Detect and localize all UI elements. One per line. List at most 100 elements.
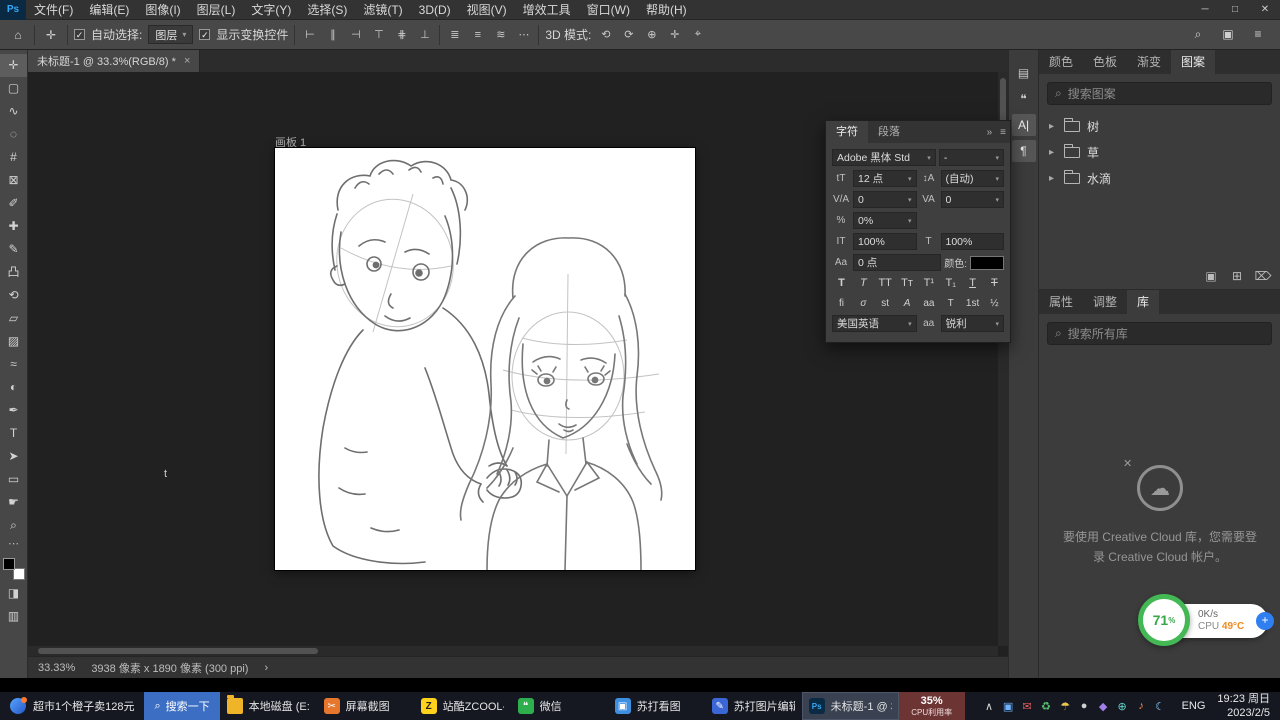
antialias-dropdown[interactable]: 锐利 ▾ [940, 315, 1004, 332]
tab-adjustments[interactable]: 调整 [1083, 290, 1127, 314]
vertical-scale-field[interactable]: 100% [853, 233, 917, 250]
align-left-icon[interactable]: ⊢ [301, 28, 318, 41]
contextual-alternates-button[interactable]: σ [854, 295, 873, 312]
mode3d-icon-4[interactable]: ✛ [666, 28, 683, 41]
search-icon[interactable]: ⌕ [1188, 27, 1208, 42]
maximize-icon[interactable]: □ [1220, 0, 1250, 20]
align-bottom-icon[interactable]: ⊥ [416, 28, 433, 41]
patterns-search-input[interactable]: ⌕ 搜索图案 [1047, 82, 1272, 105]
memory-percent-ball[interactable]: 71% [1138, 594, 1190, 646]
rectangle-tool[interactable]: ▭ [0, 468, 27, 491]
menu-layer[interactable]: 图层(L) [189, 0, 244, 20]
menu-filter[interactable]: 滤镜(T) [355, 0, 410, 20]
font-family-dropdown[interactable]: Adobe 黑体 Std ▾ [832, 149, 936, 166]
menu-view[interactable]: 视图(V) [459, 0, 515, 20]
tray-icon[interactable]: ☂ [1056, 700, 1075, 713]
cpu-usage-widget[interactable]: 35% CPU利用率 [898, 692, 965, 720]
tray-icon[interactable]: ♪ [1132, 700, 1151, 712]
text-color-swatch[interactable] [970, 255, 1004, 270]
tray-chevron-icon[interactable]: ∧ [980, 700, 999, 713]
libraries-search-input[interactable]: ⌕ 搜索所有库 [1047, 322, 1272, 345]
pattern-group-waterdrop[interactable]: ▸ 水滴 [1039, 165, 1280, 191]
distribute-icon[interactable]: ≣ [446, 28, 463, 41]
align-center-h-icon[interactable]: ∥ [324, 28, 341, 41]
swash-button[interactable]: A [898, 295, 917, 312]
tsume-dropdown[interactable]: 0% ▾ [853, 212, 917, 229]
lasso-tool[interactable]: ∿ [0, 100, 27, 123]
add-icon[interactable]: + [1256, 612, 1274, 630]
taskbar-app-photoshop[interactable]: Ps 未标题-1 @ 3... [801, 692, 899, 720]
quick-selection-tool[interactable]: ◌ [0, 123, 27, 146]
more-options-icon[interactable]: ⋯ [515, 28, 532, 41]
baseline-shift-field[interactable]: 0 点 [853, 254, 942, 271]
taskbar-app-soda-editor[interactable]: ✎ 苏打图片编辑 [705, 692, 802, 720]
chevron-right-icon[interactable]: ▸ [1049, 173, 1057, 184]
paragraph-panel-icon[interactable]: ¶ [1011, 140, 1036, 162]
taskbar-app-soda-viewer[interactable]: ▣ 苏打看图 [608, 692, 705, 720]
character-panel-icon[interactable]: A| [1011, 114, 1036, 136]
tab-gradients[interactable]: 渐变 [1127, 50, 1171, 74]
move-tool-icon[interactable]: ✛ [41, 28, 61, 42]
spot-healing-tool[interactable]: ✚ [0, 215, 27, 238]
minimize-icon[interactable]: ─ [1190, 0, 1220, 20]
font-style-dropdown[interactable]: - ▾ [938, 149, 1004, 166]
taskbar-app-zcool[interactable]: Z 站酷ZCOOL-... [414, 692, 511, 720]
edit-toolbar-icon[interactable]: ⋯ [0, 537, 27, 553]
mode3d-icon-2[interactable]: ⟳ [620, 28, 637, 41]
comment-panel-icon[interactable]: ❝ [1012, 88, 1036, 110]
snapshot-panel-icon[interactable]: ▤ [1012, 62, 1036, 84]
marquee-tool[interactable]: ▢ [0, 77, 27, 100]
menu-image[interactable]: 图像(I) [137, 0, 188, 20]
tab-paragraph[interactable]: 段落 [868, 121, 910, 143]
clone-stamp-tool[interactable]: 凸 [0, 261, 27, 284]
tray-icon[interactable]: ✉ [1018, 700, 1037, 713]
close-tab-icon[interactable]: × [184, 55, 190, 67]
foreground-color-swatch[interactable] [2, 558, 15, 570]
menu-3d[interactable]: 3D(D) [411, 0, 459, 20]
stylistic-alternates-button[interactable]: aa [919, 295, 938, 312]
frame-tool[interactable]: ⊠ [0, 169, 27, 192]
mode3d-icon-5[interactable]: ⌖ [689, 28, 706, 41]
auto-select-checkbox[interactable]: ✓ [74, 29, 85, 40]
faux-italic-button[interactable]: T [854, 275, 873, 292]
discretionary-ligatures-button[interactable]: st [876, 295, 895, 312]
new-group-icon[interactable]: ▣ [1200, 267, 1222, 285]
hand-tool[interactable]: ☛ [0, 491, 27, 514]
taskbar-search[interactable]: ⌕ 搜索一下 [144, 692, 220, 720]
pattern-group-grass[interactable]: ▸ 草 [1039, 139, 1280, 165]
pattern-group-tree[interactable]: ▸ 树 [1039, 113, 1280, 139]
strikethrough-button[interactable]: T [985, 275, 1004, 292]
horizontal-scrollbar[interactable] [28, 646, 998, 656]
language-dropdown[interactable]: 美国英语 ▾ [832, 315, 917, 332]
panel-menu-icon[interactable]: ≡ [1248, 27, 1268, 42]
align-right-icon[interactable]: ⊣ [347, 28, 364, 41]
tab-patterns[interactable]: 图案 [1171, 50, 1216, 74]
font-size-dropdown[interactable]: 12 点 ▾ [853, 170, 917, 187]
tab-swatches[interactable]: 色板 [1083, 50, 1127, 74]
underline-button[interactable]: T [963, 275, 982, 292]
superscript-button[interactable]: T¹ [919, 275, 938, 292]
language-indicator[interactable]: ENG [1174, 700, 1214, 712]
distribute-icon[interactable]: ≡ [469, 29, 486, 41]
dodge-tool[interactable]: ◐ [0, 376, 27, 399]
menu-type[interactable]: 文字(Y) [243, 0, 299, 20]
menu-plugins[interactable]: 增效工具 [515, 0, 579, 20]
tab-libraries[interactable]: 库 [1127, 290, 1160, 314]
move-tool[interactable]: ✛ [0, 54, 27, 77]
new-pattern-icon[interactable]: ⊞ [1226, 267, 1248, 285]
leading-dropdown[interactable]: (自动) ▾ [940, 170, 1004, 187]
ligatures-button[interactable]: fi [832, 295, 851, 312]
eyedropper-tool[interactable]: ✐ [0, 192, 27, 215]
eraser-tool[interactable]: ▱ [0, 307, 27, 330]
color-swatches[interactable] [2, 558, 25, 580]
horizontal-scale-field[interactable]: 100% [940, 233, 1004, 250]
news-widget[interactable]: 超市1个橙子卖128元 [0, 692, 144, 720]
tab-properties[interactable]: 属性 [1039, 290, 1083, 314]
panel-menu-icon[interactable]: ≡ [996, 127, 1010, 138]
workspace-icon[interactable]: ▣ [1218, 27, 1238, 42]
auto-select-dropdown[interactable]: 图层 ▾ [148, 25, 194, 44]
performance-widget[interactable]: 0K/s CPU 49°C + 71% [1138, 594, 1280, 650]
zoom-tool[interactable]: ⌕ [0, 514, 27, 537]
show-transform-checkbox[interactable]: ✓ [199, 29, 211, 40]
home-icon[interactable]: ⌂ [8, 28, 28, 42]
